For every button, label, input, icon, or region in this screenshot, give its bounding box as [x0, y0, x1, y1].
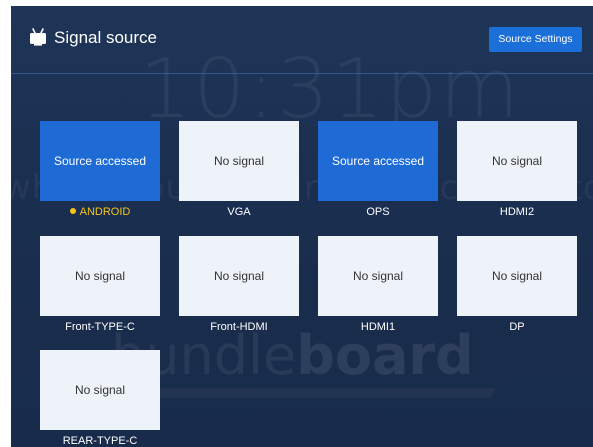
source-settings-button[interactable]: Source Settings: [489, 27, 582, 52]
source-status: No signal: [352, 269, 404, 283]
source-tile-dp[interactable]: No signal: [457, 236, 577, 316]
source-status: No signal: [491, 154, 543, 168]
source-tile-hdmi2[interactable]: No signal: [457, 121, 577, 201]
source-status: Source accessed: [53, 154, 147, 168]
source-status: No signal: [74, 383, 126, 397]
source-name: Front-TYPE-C: [65, 321, 135, 334]
source-name: DP: [509, 321, 525, 334]
source-tile-front-hdmi[interactable]: No signal: [179, 236, 299, 316]
source-tile-rear-type-c[interactable]: No signal: [40, 350, 160, 430]
source-label-hdmi1: HDMI1: [318, 320, 438, 334]
source-name: ANDROID: [79, 206, 131, 219]
source-label-android: ANDROID: [40, 205, 160, 219]
source-status: No signal: [213, 154, 265, 168]
source-name: VGA: [227, 206, 251, 219]
source-label-dp: DP: [457, 320, 577, 334]
header-divider: [11, 73, 593, 74]
wallpaper-bar: [141, 388, 495, 398]
source-status: No signal: [213, 269, 265, 283]
source-label-front-hdmi: Front-HDMI: [179, 320, 299, 334]
source-label-ops: OPS: [318, 205, 438, 219]
source-label-front-type-c: Front-TYPE-C: [40, 320, 160, 334]
source-tile-android[interactable]: Source accessed: [40, 121, 160, 201]
source-tile-vga[interactable]: No signal: [179, 121, 299, 201]
source-name: HDMI2: [499, 206, 535, 219]
page-title: Signal source: [54, 28, 158, 47]
header: Signal source Source Settings: [11, 6, 593, 74]
source-name: Front-HDMI: [210, 321, 268, 334]
source-label-hdmi2: HDMI2: [457, 205, 577, 219]
source-tile-ops[interactable]: Source accessed: [318, 121, 438, 201]
source-status: No signal: [491, 269, 543, 283]
source-status: No signal: [74, 269, 126, 283]
current-source-dot-icon: [69, 208, 76, 215]
source-tile-front-type-c[interactable]: No signal: [40, 236, 160, 316]
source-label-rear-type-c: REAR-TYPE-C: [40, 434, 160, 447]
signal-source-panel: 10:31pm what should our main focus be to…: [11, 6, 593, 447]
source-name: HDMI1: [360, 321, 396, 334]
source-tile-hdmi1[interactable]: No signal: [318, 236, 438, 316]
source-status: Source accessed: [331, 154, 425, 168]
tv-icon: [30, 28, 46, 46]
source-name: REAR-TYPE-C: [62, 435, 138, 447]
source-name: OPS: [366, 206, 390, 219]
source-label-vga: VGA: [179, 205, 299, 219]
